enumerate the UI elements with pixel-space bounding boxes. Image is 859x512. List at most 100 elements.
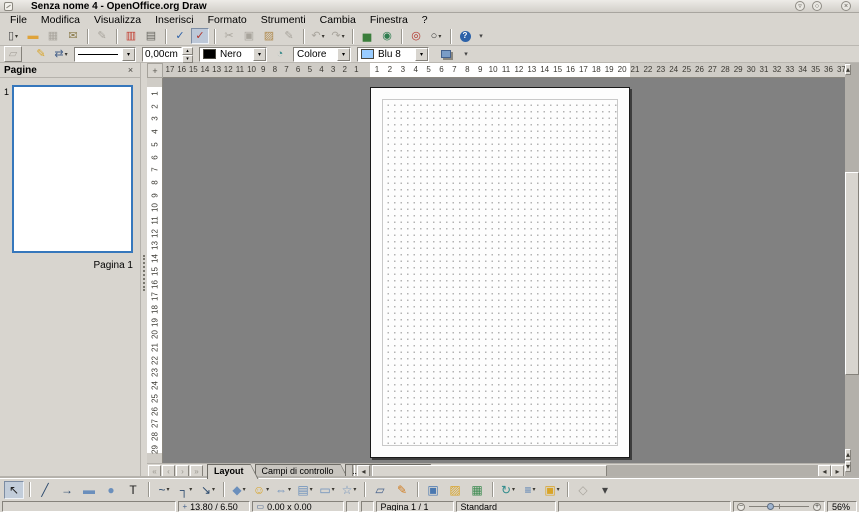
chevron-down-icon[interactable]: ▾ [415,48,428,61]
print-button[interactable]: ▤ [142,28,160,44]
scroll-up-button[interactable]: ▴ [845,64,851,75]
select-button[interactable]: ↖ [4,481,24,499]
navigator-button[interactable]: ◎ [407,28,425,44]
menu-cambia[interactable]: Cambia [313,13,363,27]
fill-color-select[interactable]: Blu 8 ▾ [357,47,429,62]
alignment-button[interactable]: ≡▾ [520,481,540,499]
zoom-out-button[interactable]: − [737,503,745,511]
document-as-email-button[interactable]: ✉ [64,28,82,44]
minimize-button[interactable]: ▿ [795,1,805,11]
line-button[interactable]: ╱ [35,481,55,499]
horizontal-scrollbar[interactable]: ◂ ◂ ▸ [350,465,844,478]
horizontal-ruler[interactable]: 1716151413121110987654321123456789101112… [163,63,845,78]
new-document-button[interactable]: ▯▾ [4,28,22,44]
text-button[interactable]: T [123,481,143,499]
toolbar-options-button[interactable]: ▾ [461,46,471,62]
chevron-down-icon[interactable]: ▾ [253,48,266,61]
spin-down-icon[interactable]: ▾ [182,55,193,63]
zoom-in-button[interactable]: + [813,503,821,511]
last-page-button[interactable]: » [190,465,203,478]
scroll-left-button[interactable]: ◂ [818,465,831,478]
open-button[interactable]: ▬ [24,28,42,44]
spin-up-icon[interactable]: ▴ [182,47,193,55]
fontwork-gallery-button[interactable]: ▣ [423,481,443,499]
tab-layout[interactable]: Layout [207,464,259,479]
rotate-button[interactable]: ↻▾ [498,481,518,499]
curve-button[interactable]: ~▾ [154,481,174,499]
basic-shapes-button[interactable]: ◆▾ [229,481,249,499]
gallery-button[interactable]: ▦ [467,481,487,499]
glue-points-button[interactable]: ✎ [392,481,412,499]
rectangle-button[interactable]: ▬ [79,481,99,499]
scrollbar-splitter[interactable] [352,465,355,478]
h-scroll-thumb[interactable] [372,465,607,478]
zoom-slider-track[interactable] [749,506,809,507]
line-width-stepper[interactable]: 0,00cm ▴ ▾ [142,47,193,62]
chevron-down-icon[interactable]: ▾ [122,48,135,61]
stars-button[interactable]: ☆▾ [339,481,359,499]
close-icon[interactable]: × [125,65,136,75]
page-thumbnail[interactable] [12,85,133,253]
menu-help[interactable]: ? [415,13,435,27]
maximize-button[interactable]: ○ [812,1,822,11]
menu-finestra[interactable]: Finestra [363,13,415,27]
scroll-up-button[interactable]: ▴ [845,449,851,460]
scroll-right-button[interactable]: ▸ [831,465,844,478]
arrow-end-button[interactable]: → [57,481,77,499]
status-zoom-percent[interactable]: 56% [827,501,857,512]
previous-page-button[interactable]: ‹ [162,465,175,478]
arrange-button[interactable]: ▣▾ [542,481,562,499]
line-color-select[interactable]: Nero ▾ [199,47,267,62]
fill-style-select[interactable]: Colore ▾ [293,47,351,62]
vertical-scrollbar[interactable]: ▴ ▴ ▾ [845,63,859,478]
menu-inserisci[interactable]: Inserisci [148,13,201,27]
line-style-select[interactable]: ▾ [74,47,136,62]
scroll-left-button[interactable]: ◂ [357,465,370,478]
export-pdf-button[interactable]: ▥ [122,28,140,44]
paste-button[interactable]: ▨ [260,28,278,44]
zoom-slider-thumb[interactable] [767,503,774,510]
toolbar-options-button[interactable]: ▾ [476,28,486,44]
status-page-style[interactable]: Standard [456,501,556,512]
document-page[interactable] [370,87,630,458]
next-page-button[interactable]: › [176,465,189,478]
splitter-handle[interactable] [143,255,145,291]
insert-picture-button[interactable]: ▨ [445,481,465,499]
line-width-value[interactable]: 0,00cm [142,47,182,62]
spellcheck-button[interactable]: ✓ [171,28,189,44]
zoom-button[interactable]: ○▾ [427,28,445,44]
v-scroll-thumb[interactable] [845,172,859,375]
lines-arrows-button[interactable]: ↘▾ [198,481,218,499]
menu-strumenti[interactable]: Strumenti [254,13,313,27]
zoom-slider[interactable]: − + [733,501,825,512]
menu-visualizza[interactable]: Visualizza [87,13,148,27]
insert-chart-button[interactable]: ▅ [358,28,376,44]
close-button[interactable]: × [841,1,851,11]
v-scroll-track[interactable] [845,78,859,448]
vertical-ruler[interactable]: 1234567891011121314151617181920212223242… [147,78,163,463]
menu-file[interactable]: File [3,13,34,27]
tab-campi-di-controllo[interactable]: Campi di controllo [255,464,349,479]
h-scroll-track[interactable] [370,465,818,478]
edit-points-button[interactable]: ▱ [370,481,390,499]
toolbar-options-button[interactable]: ▾ [595,481,615,499]
area-dialog-button[interactable]: ◔ [271,46,289,62]
line-dialog-button[interactable]: ✎ [32,46,50,62]
ellipse-button[interactable]: ● [101,481,121,499]
panel-splitter[interactable] [140,63,147,478]
menu-formato[interactable]: Formato [201,13,254,27]
help-button[interactable]: ? [456,28,474,44]
gallery-button[interactable]: ◉ [378,28,396,44]
connector-button[interactable]: ┐▾ [176,481,196,499]
scroll-down-button[interactable]: ▾ [845,461,851,472]
callouts-button[interactable]: ▭▾ [317,481,337,499]
flowchart-button[interactable]: ▤▾ [295,481,315,499]
block-arrows-button[interactable]: ⇔▾ [273,481,293,499]
symbol-shapes-button[interactable]: ☺▾ [251,481,271,499]
menu-modifica[interactable]: Modifica [34,13,87,27]
arrow-style-button[interactable]: ⇄ ▾ [52,46,70,62]
chevron-down-icon[interactable]: ▾ [337,48,350,61]
auto-spellcheck-button[interactable]: ✓ [191,28,209,44]
drawing-canvas[interactable] [163,78,845,463]
first-page-button[interactable]: « [148,465,161,478]
